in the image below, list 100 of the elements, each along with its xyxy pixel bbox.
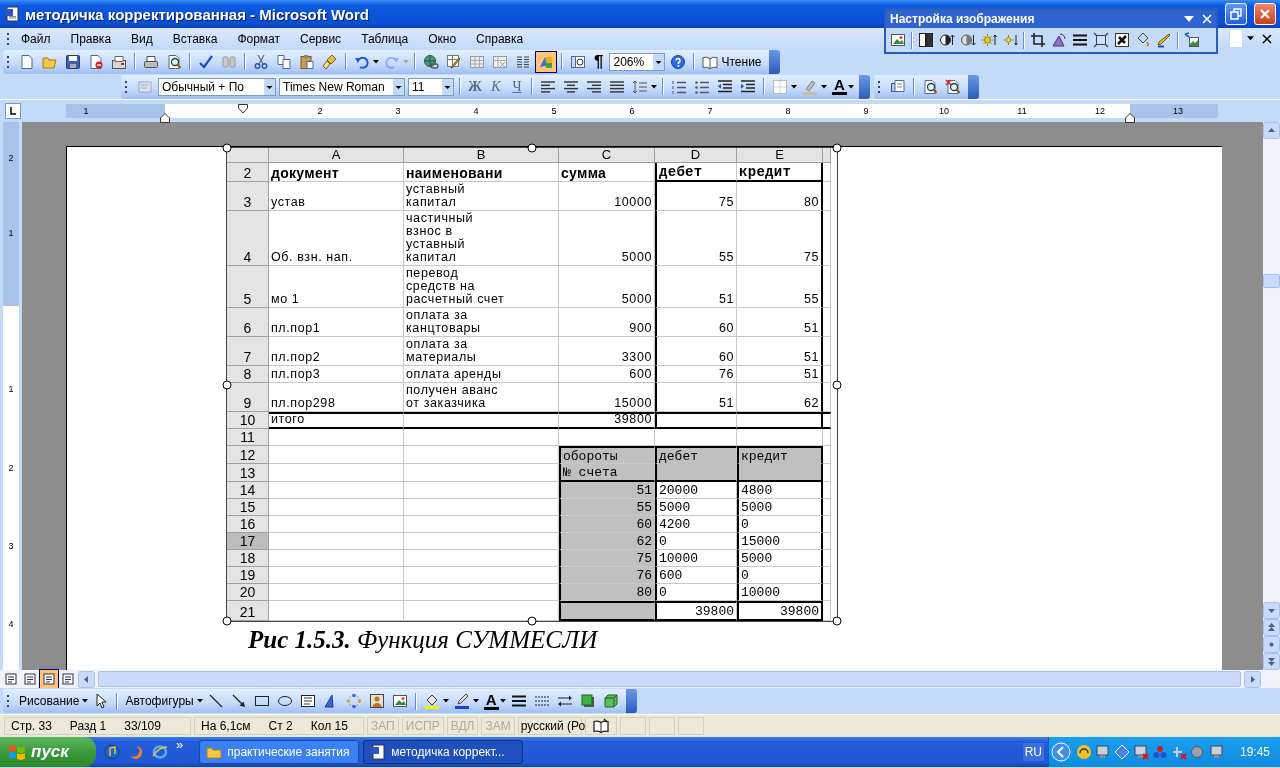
toolbar-options-button[interactable] xyxy=(858,74,870,99)
menu-item[interactable]: Сервис xyxy=(293,29,349,48)
resize-handle[interactable] xyxy=(832,380,842,389)
pen-icon[interactable] xyxy=(1155,31,1173,49)
normal-view-icon[interactable] xyxy=(2,670,20,688)
scroll-thumb[interactable] xyxy=(98,671,1241,687)
compress-icon[interactable] xyxy=(1092,31,1110,49)
scroll-thumb[interactable] xyxy=(1263,274,1280,288)
contrast-down-icon[interactable] xyxy=(959,31,977,49)
font-color-button[interactable]: A xyxy=(832,78,847,95)
caret-icon[interactable] xyxy=(791,84,797,89)
autoshapes-menu-button[interactable]: Автофигуры xyxy=(123,694,196,708)
menu-item[interactable]: Файл xyxy=(14,29,58,48)
toolbar-options-button[interactable] xyxy=(967,74,979,99)
cable-error-icon[interactable] xyxy=(1170,744,1187,760)
taskbar-button[interactable]: практические занятия xyxy=(199,740,360,764)
shapes-icon[interactable] xyxy=(536,51,556,72)
resize-handle[interactable] xyxy=(832,143,842,153)
menu-item[interactable]: Формат xyxy=(230,29,288,48)
resize-handle[interactable] xyxy=(527,616,537,626)
web-browser-icon[interactable] xyxy=(152,744,168,760)
picture-icon[interactable] xyxy=(889,31,907,49)
caret-icon[interactable] xyxy=(821,84,827,89)
status-pane xyxy=(648,717,675,735)
resize-handle[interactable] xyxy=(222,143,232,153)
caret-icon[interactable] xyxy=(499,699,506,703)
spelling-status-icon[interactable] xyxy=(592,718,609,734)
close-icon[interactable] xyxy=(1262,33,1272,44)
caret-icon[interactable] xyxy=(847,84,854,89)
taskbar-button[interactable]: методичка коррект... xyxy=(363,740,524,764)
input-language-indicator[interactable]: RU xyxy=(1022,743,1044,761)
menu-item[interactable]: Вставка xyxy=(165,29,225,48)
toolbar-menu-icon[interactable] xyxy=(1184,14,1194,24)
scroll-right-icon[interactable] xyxy=(1244,670,1261,688)
show-hidden-icons-button[interactable] xyxy=(1050,742,1071,762)
resize-handle[interactable] xyxy=(832,616,842,626)
menu-item[interactable]: Вид xyxy=(124,29,160,48)
color-swatch-icon[interactable] xyxy=(917,31,935,49)
grip-handle[interactable] xyxy=(7,693,10,709)
caret-icon[interactable] xyxy=(196,699,203,703)
show-marks-button[interactable]: ¶ xyxy=(591,51,607,72)
browse-object-icon[interactable] xyxy=(1263,636,1280,653)
italic-button[interactable]: К xyxy=(487,78,505,95)
document-magnifier-cross-icon[interactable] xyxy=(942,76,963,97)
menu-item[interactable]: Правка xyxy=(63,29,119,48)
start-button[interactable]: пуск xyxy=(0,737,96,767)
contrast-up-icon[interactable] xyxy=(938,31,956,49)
network-error-icon[interactable] xyxy=(1132,744,1149,760)
drawing-menu-button[interactable]: Рисование xyxy=(17,694,82,708)
font-color-button[interactable]: A xyxy=(483,692,499,710)
resize-handle[interactable] xyxy=(222,616,232,626)
speaker-icon[interactable] xyxy=(1189,744,1206,760)
scroll-up-icon[interactable] xyxy=(1263,122,1280,139)
zoom-dropdown[interactable]: 206% xyxy=(609,52,666,71)
restore-button[interactable] xyxy=(1225,3,1247,25)
caret-icon[interactable] xyxy=(651,84,657,89)
more-button[interactable]: » xyxy=(176,737,184,752)
scroll-down-icon[interactable] xyxy=(1263,602,1280,619)
caret-icon[interactable] xyxy=(442,699,449,703)
bold-button[interactable]: Ж xyxy=(466,78,484,95)
caret-icon[interactable] xyxy=(472,699,479,703)
underline-button[interactable]: Ч xyxy=(508,78,526,95)
next-page-icon[interactable] xyxy=(1263,653,1280,670)
reading-button[interactable]: Чтение xyxy=(700,53,764,70)
reset-picture-icon[interactable] xyxy=(1183,31,1201,49)
menu-item[interactable]: Таблица xyxy=(354,29,416,48)
row-header: 8 xyxy=(227,366,269,383)
media-player-icon[interactable] xyxy=(104,744,120,760)
caret-icon[interactable] xyxy=(373,59,379,64)
resize-handle[interactable] xyxy=(222,380,232,389)
grip-handle[interactable] xyxy=(877,78,881,95)
monitor-icon[interactable] xyxy=(1208,744,1225,760)
rotate-icon[interactable] xyxy=(1050,31,1068,49)
grip-handle[interactable] xyxy=(7,30,10,47)
tab-selector-icon[interactable] xyxy=(5,103,21,119)
question-field[interactable] xyxy=(1229,29,1243,48)
resize-handle[interactable] xyxy=(527,143,537,153)
font-dropdown[interactable]: Times New Roman xyxy=(279,77,405,96)
close-button[interactable] xyxy=(1254,3,1276,25)
diamond-icon[interactable] xyxy=(1113,744,1130,760)
previous-page-icon[interactable] xyxy=(1263,619,1280,636)
reading-layout-icon[interactable] xyxy=(59,670,77,688)
caret-icon[interactable] xyxy=(1247,36,1254,41)
network-computers-icon[interactable] xyxy=(1094,744,1111,760)
menu-item[interactable]: Справка xyxy=(469,29,531,48)
menu-item[interactable]: Окно xyxy=(421,29,464,48)
crop-icon[interactable] xyxy=(1029,31,1047,49)
grip-handle[interactable] xyxy=(7,53,10,70)
scroll-left-icon[interactable] xyxy=(78,670,95,688)
font-size-dropdown[interactable]: 11 xyxy=(408,77,454,96)
print-layout-icon[interactable] xyxy=(40,670,58,688)
first-line-indent-marker[interactable] xyxy=(238,104,248,114)
text-wrap-icon[interactable] xyxy=(1113,31,1131,49)
toolbar-options-button[interactable] xyxy=(625,689,637,713)
headset-icon[interactable] xyxy=(1075,744,1092,760)
toolbar-options-button[interactable] xyxy=(768,49,780,74)
caret-icon[interactable] xyxy=(82,699,89,703)
web-layout-icon[interactable] xyxy=(21,670,39,688)
style-dropdown[interactable]: Обычный + По xyxy=(158,77,276,96)
grip-handle[interactable] xyxy=(125,78,128,95)
